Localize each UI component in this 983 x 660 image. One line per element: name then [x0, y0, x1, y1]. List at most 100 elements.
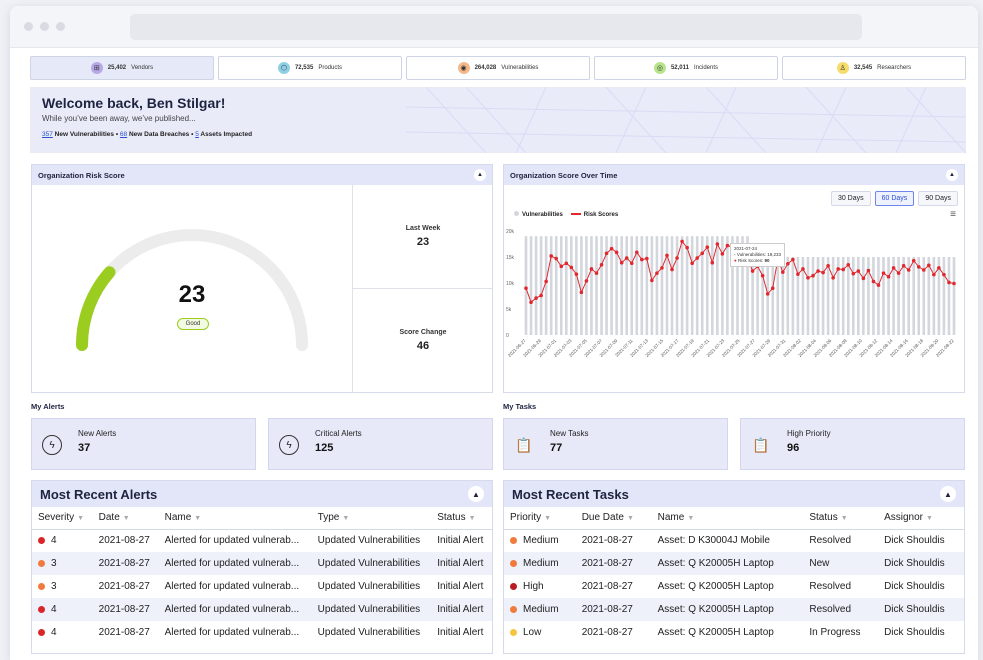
risk-score-point[interactable]: [947, 280, 951, 285]
risk-score-point[interactable]: [569, 265, 574, 270]
new-tasks-card[interactable]: 📋 New Tasks 77: [503, 418, 728, 470]
risk-score-point[interactable]: [836, 267, 840, 271]
risk-score-point[interactable]: [594, 271, 599, 275]
risk-score-point[interactable]: [695, 256, 699, 260]
risk-score-point[interactable]: [826, 264, 830, 268]
vulnerability-bar[interactable]: [811, 257, 815, 335]
risk-score-point[interactable]: [614, 250, 619, 255]
risk-score-point[interactable]: [599, 263, 604, 267]
vulnerability-bar[interactable]: [867, 257, 870, 335]
risk-score-point[interactable]: [760, 273, 765, 278]
col-status[interactable]: Status ▼: [803, 507, 879, 530]
risk-score-point[interactable]: [791, 257, 795, 262]
vulnerability-bar[interactable]: [786, 257, 790, 335]
stat-researchers[interactable]: ♙ 32,545 Researchers: [782, 56, 966, 80]
risk-score-point[interactable]: [665, 253, 669, 258]
vulnerability-bar[interactable]: [726, 236, 729, 335]
vulnerability-bar[interactable]: [559, 236, 563, 335]
table-row[interactable]: 4 2021-08-27 Alerted for updated vulnerab.…: [32, 598, 492, 621]
risk-score-point[interactable]: [896, 271, 901, 275]
risk-score-point[interactable]: [680, 239, 684, 244]
vulnerability-bar[interactable]: [539, 236, 543, 335]
vulnerability-bar[interactable]: [630, 236, 634, 335]
risk-score-point[interactable]: [921, 268, 926, 272]
vulnerability-bar[interactable]: [544, 236, 548, 335]
risk-score-point[interactable]: [574, 272, 579, 276]
table-row[interactable]: Low 2021-08-27 Asset: Q K20005H Laptop In P…: [504, 621, 964, 644]
vulnerability-bar[interactable]: [846, 257, 850, 335]
risk-score-point[interactable]: [710, 260, 715, 265]
vulnerability-bar[interactable]: [524, 236, 528, 335]
risk-score-point[interactable]: [942, 272, 946, 277]
risk-score-point[interactable]: [670, 267, 674, 272]
vulnerability-bar[interactable]: [912, 257, 916, 335]
vulnerability-bar[interactable]: [917, 257, 921, 335]
table-row[interactable]: 3 2021-08-27 Alerted for updated vulnerab.…: [32, 552, 492, 575]
address-bar[interactable]: [130, 14, 862, 40]
vulnerability-bar[interactable]: [831, 257, 835, 335]
vulnerability-bar[interactable]: [771, 257, 775, 335]
vulnerability-bar[interactable]: [564, 236, 568, 335]
vulnerability-bar[interactable]: [625, 236, 629, 335]
chart-menu-icon[interactable]: ≡: [950, 209, 956, 220]
vulnerability-bar[interactable]: [570, 236, 573, 335]
risk-score-point[interactable]: [871, 279, 876, 284]
vulnerability-bar[interactable]: [766, 257, 769, 335]
new-vulnerabilities-link[interactable]: 357: [42, 131, 53, 138]
col-name[interactable]: Name ▼: [158, 507, 312, 530]
risk-score-point[interactable]: [524, 286, 528, 290]
risk-score-point[interactable]: [544, 279, 548, 284]
risk-score-point[interactable]: [811, 273, 815, 278]
vulnerability-bar[interactable]: [942, 257, 946, 335]
risk-score-point[interactable]: [685, 245, 689, 250]
risk-score-point[interactable]: [549, 254, 553, 258]
risk-score-point[interactable]: [866, 268, 871, 273]
minimize-window-icon[interactable]: [40, 22, 49, 31]
vulnerability-bar[interactable]: [806, 257, 810, 335]
vulnerability-bar[interactable]: [650, 236, 654, 335]
risk-score-point[interactable]: [725, 243, 730, 248]
col-priority[interactable]: Priority ▼: [504, 507, 576, 530]
risk-score-point[interactable]: [821, 270, 825, 275]
vulnerability-bar[interactable]: [549, 236, 553, 335]
table-row[interactable]: 4 2021-08-27 Alerted for updated vulnerab.…: [32, 621, 492, 644]
risk-score-point[interactable]: [765, 292, 770, 296]
vulnerability-bar[interactable]: [695, 236, 699, 335]
vulnerability-bar[interactable]: [680, 236, 684, 335]
risk-score-point[interactable]: [911, 258, 916, 263]
risk-score-point[interactable]: [634, 250, 639, 255]
risk-score-point[interactable]: [786, 261, 790, 266]
vulnerability-bar[interactable]: [902, 257, 905, 335]
risk-score-point[interactable]: [675, 256, 679, 260]
vulnerability-bar[interactable]: [821, 257, 825, 335]
risk-score-point[interactable]: [624, 256, 629, 260]
vulnerability-bar[interactable]: [675, 236, 679, 335]
vulnerability-bar[interactable]: [862, 257, 865, 335]
vulnerability-bar[interactable]: [700, 236, 704, 335]
risk-score-point[interactable]: [584, 279, 589, 283]
vulnerability-bar[interactable]: [554, 236, 558, 335]
risk-score-point[interactable]: [876, 283, 881, 287]
collapse-caret-icon[interactable]: ▲: [474, 169, 486, 181]
vulnerability-bar[interactable]: [660, 236, 664, 335]
critical-alerts-card[interactable]: ϟ Critical Alerts 125: [268, 418, 493, 470]
risk-score-point[interactable]: [650, 278, 654, 283]
vulnerability-bar[interactable]: [882, 257, 885, 335]
stat-products[interactable]: ⬡ 72,535 Products: [218, 56, 402, 80]
new-alerts-card[interactable]: ϟ New Alerts 37: [31, 418, 256, 470]
collapse-caret-icon[interactable]: ▲: [946, 169, 958, 181]
vulnerability-bar[interactable]: [887, 257, 890, 335]
vulnerability-bar[interactable]: [610, 236, 613, 335]
risk-score-point[interactable]: [851, 271, 856, 276]
vulnerability-bar[interactable]: [600, 236, 603, 335]
risk-score-point[interactable]: [579, 290, 584, 295]
risk-score-point[interactable]: [539, 293, 543, 298]
vulnerability-bar[interactable]: [791, 257, 795, 335]
risk-score-point[interactable]: [604, 251, 609, 256]
vulnerability-bar[interactable]: [897, 257, 900, 335]
vulnerability-bar[interactable]: [620, 236, 623, 335]
risk-score-point[interactable]: [700, 251, 705, 256]
risk-score-point[interactable]: [660, 266, 664, 270]
vulnerability-bar[interactable]: [575, 236, 578, 335]
vulnerability-bar[interactable]: [857, 257, 860, 335]
